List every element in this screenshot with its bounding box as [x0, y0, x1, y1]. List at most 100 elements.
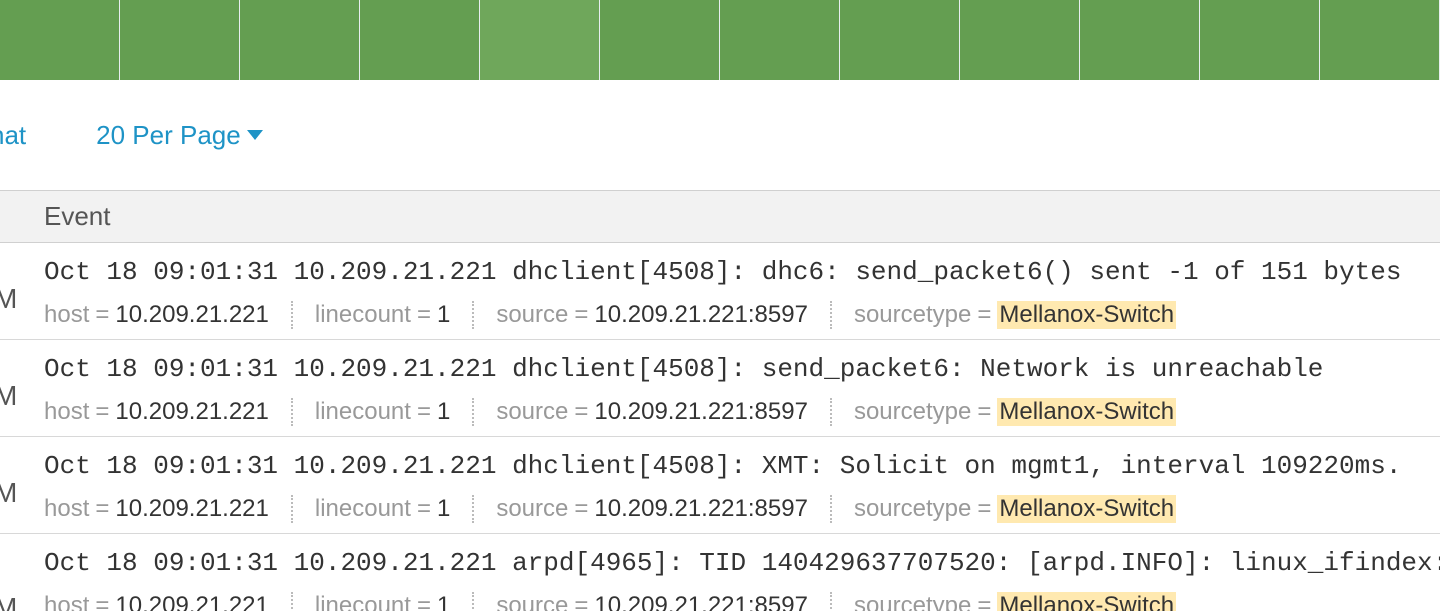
event-raw-text: Oct 18 09:01:31 10.209.21.221 dhclient[4… [44, 354, 1440, 384]
meta-key: sourcetype [854, 592, 971, 611]
timeline-cell[interactable] [0, 0, 120, 80]
equals-sign: = [971, 495, 997, 523]
meta-pair[interactable]: source = 10.209.21.221:8597 [496, 398, 808, 426]
row-time-fragment: M [0, 380, 17, 412]
meta-separator [291, 495, 293, 523]
meta-value[interactable]: 10.209.21.221:8597 [594, 398, 808, 426]
events-toolbar: nat 20 Per Page [0, 80, 1440, 190]
meta-key: host [44, 398, 89, 426]
meta-pair[interactable]: host = 10.209.21.221 [44, 495, 269, 523]
timeline-cell[interactable] [600, 0, 720, 80]
timeline-cell[interactable] [960, 0, 1080, 80]
meta-value[interactable]: 10.209.21.221 [115, 592, 268, 611]
timeline-cell[interactable] [480, 0, 600, 80]
meta-separator [830, 495, 832, 523]
meta-pair[interactable]: host = 10.209.21.221 [44, 398, 269, 426]
row-time-fragment: M [0, 592, 17, 611]
event-row[interactable]: M Oct 18 09:01:31 10.209.21.221 dhclient[… [0, 340, 1440, 437]
equals-sign: = [411, 301, 437, 329]
equals-sign: = [568, 398, 594, 426]
meta-pair[interactable]: linecount = 1 [315, 592, 450, 611]
meta-value[interactable]: 10.209.21.221 [115, 495, 268, 523]
timeline-cell[interactable] [360, 0, 480, 80]
meta-pair[interactable]: sourcetype = Mellanox-Switch [854, 592, 1176, 611]
equals-sign: = [971, 301, 997, 329]
meta-key: sourcetype [854, 495, 971, 523]
equals-sign: = [411, 592, 437, 611]
equals-sign: = [411, 495, 437, 523]
meta-key: host [44, 301, 89, 329]
meta-pair[interactable]: host = 10.209.21.221 [44, 301, 269, 329]
equals-sign: = [568, 592, 594, 611]
events-table: Event M Oct 18 09:01:31 10.209.21.221 dhc… [0, 190, 1440, 611]
meta-separator [291, 592, 293, 611]
timeline-cell[interactable] [240, 0, 360, 80]
meta-value[interactable]: 10.209.21.221 [115, 398, 268, 426]
row-time-fragment: M [0, 283, 17, 315]
meta-value[interactable]: 10.209.21.221:8597 [594, 301, 808, 329]
meta-separator [472, 398, 474, 426]
events-column-header-event[interactable]: Event [0, 190, 1440, 243]
meta-value[interactable]: 1 [437, 592, 450, 611]
event-row[interactable]: M Oct 18 09:01:31 10.209.21.221 dhclient[… [0, 243, 1440, 340]
meta-pair[interactable]: sourcetype = Mellanox-Switch [854, 495, 1176, 523]
meta-separator [472, 592, 474, 611]
meta-value[interactable]: 1 [437, 398, 450, 426]
meta-pair[interactable]: source = 10.209.21.221:8597 [496, 495, 808, 523]
event-meta: host = 10.209.21.221 linecount = 1 source … [44, 301, 1440, 329]
meta-separator [830, 398, 832, 426]
meta-pair[interactable]: source = 10.209.21.221:8597 [496, 301, 808, 329]
event-row[interactable]: MOct 18 09:01:31 10.209.21.221 dhclient[… [0, 437, 1440, 534]
timeline-cell[interactable] [840, 0, 960, 80]
meta-key: sourcetype [854, 398, 971, 426]
meta-pair[interactable]: linecount = 1 [315, 398, 450, 426]
meta-separator [830, 592, 832, 611]
timeline-cell[interactable] [120, 0, 240, 80]
meta-key: source [496, 301, 568, 329]
format-dropdown[interactable]: nat [0, 120, 26, 151]
event-raw-text: Oct 18 09:01:31 10.209.21.221 arpd[4965]… [44, 548, 1440, 578]
meta-key: source [496, 592, 568, 611]
meta-key: host [44, 592, 89, 611]
equals-sign: = [89, 398, 115, 426]
per-page-dropdown[interactable]: 20 Per Page [96, 120, 263, 151]
meta-separator [291, 398, 293, 426]
equals-sign: = [89, 301, 115, 329]
meta-key: sourcetype [854, 301, 971, 329]
meta-value[interactable]: 10.209.21.221:8597 [594, 592, 808, 611]
timeline-cell[interactable] [1320, 0, 1440, 80]
equals-sign: = [89, 495, 115, 523]
meta-value[interactable]: 10.209.21.221:8597 [594, 495, 808, 523]
meta-value[interactable]: 1 [437, 495, 450, 523]
event-raw-text: Oct 18 09:01:31 10.209.21.221 dhclient[4… [44, 257, 1440, 287]
meta-value[interactable]: 1 [437, 301, 450, 329]
meta-key: host [44, 495, 89, 523]
meta-value[interactable]: Mellanox-Switch [997, 398, 1176, 426]
meta-pair[interactable]: source = 10.209.21.221:8597 [496, 592, 808, 611]
meta-value[interactable]: Mellanox-Switch [997, 592, 1176, 611]
meta-value[interactable]: 10.209.21.221 [115, 301, 268, 329]
meta-key: source [496, 495, 568, 523]
meta-pair[interactable]: host = 10.209.21.221 [44, 592, 269, 611]
meta-pair[interactable]: linecount = 1 [315, 301, 450, 329]
per-page-label: 20 Per Page [96, 120, 241, 151]
meta-value[interactable]: Mellanox-Switch [997, 301, 1176, 329]
equals-sign: = [89, 592, 115, 611]
meta-separator [830, 301, 832, 329]
meta-pair[interactable]: sourcetype = Mellanox-Switch [854, 301, 1176, 329]
meta-separator [291, 301, 293, 329]
meta-separator [472, 301, 474, 329]
timeline-cell[interactable] [1200, 0, 1320, 80]
timeline-cell[interactable] [1080, 0, 1200, 80]
meta-value[interactable]: Mellanox-Switch [997, 495, 1176, 523]
timeline-bar[interactable] [0, 0, 1440, 80]
equals-sign: = [971, 592, 997, 611]
meta-pair[interactable]: linecount = 1 [315, 495, 450, 523]
timeline-cell[interactable] [720, 0, 840, 80]
event-meta: host = 10.209.21.221 linecount = 1 source … [44, 495, 1440, 523]
row-time-fragment: M [0, 477, 17, 509]
event-row[interactable]: M Oct 18 09:01:31 10.209.21.221 arpd[4965… [0, 534, 1440, 611]
meta-pair[interactable]: sourcetype = Mellanox-Switch [854, 398, 1176, 426]
meta-key: source [496, 398, 568, 426]
meta-key: linecount [315, 592, 411, 611]
